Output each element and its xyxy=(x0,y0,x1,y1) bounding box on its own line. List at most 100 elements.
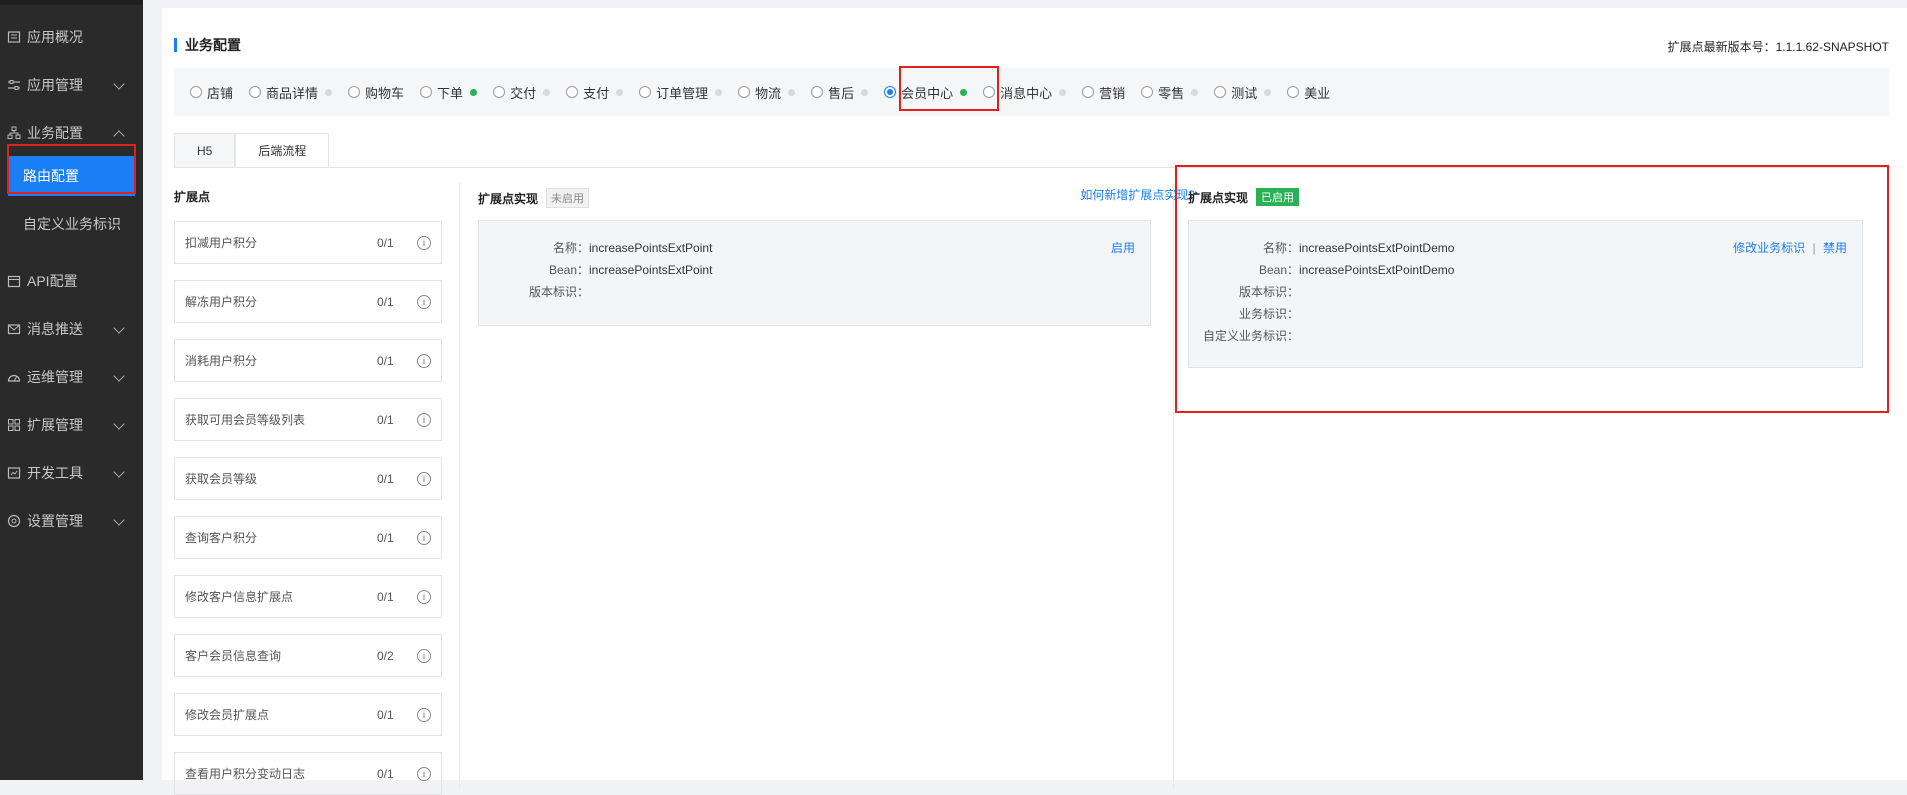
info-icon[interactable]: i xyxy=(417,235,431,250)
ext-point-count: 0/1 xyxy=(377,707,394,722)
sidebar-item-app-manage[interactable]: 应用管理 xyxy=(0,67,143,103)
info-icon[interactable]: i xyxy=(417,589,431,604)
sidebar-item-settings[interactable]: 设置管理 xyxy=(0,503,143,539)
info-icon[interactable]: i xyxy=(417,471,431,486)
status-dot xyxy=(861,88,869,96)
field-label: 名称： xyxy=(552,241,589,255)
radio-icon xyxy=(738,86,751,98)
status-dot xyxy=(543,88,551,96)
domain-option-marketing[interactable]: 营销 xyxy=(1082,83,1125,102)
status-dot xyxy=(1191,88,1199,96)
ext-point-item[interactable]: 查询客户积分 0/1 i xyxy=(174,516,442,559)
impl-version-row: 版本标识： xyxy=(479,283,589,300)
domain-option-test[interactable]: 测试 xyxy=(1214,83,1272,102)
sidebar-item-label: API配置 xyxy=(27,273,78,289)
sidebar-item-message-push[interactable]: 消息推送 xyxy=(0,311,143,347)
sidebar-item-ops-manage[interactable]: 运维管理 xyxy=(0,359,143,395)
domain-option-store[interactable]: 店铺 xyxy=(190,83,233,102)
ext-point-count: 0/1 xyxy=(377,353,394,368)
radio-icon xyxy=(639,86,652,98)
status-dot xyxy=(470,88,478,96)
sidebar-item-api-config[interactable]: API配置 xyxy=(0,263,143,299)
ext-points-title: 扩展点 xyxy=(174,190,211,204)
domain-label: 售后 xyxy=(828,85,855,101)
sidebar-item-extension-manage[interactable]: 扩展管理 xyxy=(0,407,143,443)
ext-point-item[interactable]: 获取会员等级 0/1 i xyxy=(174,457,442,500)
ext-point-count: 0/2 xyxy=(377,648,394,663)
ext-point-item[interactable]: 解冻用户积分 0/1 i xyxy=(174,280,442,323)
info-icon[interactable]: i xyxy=(417,353,431,368)
ext-point-name: 查看用户积分变动日志 xyxy=(185,767,306,781)
ext-point-item[interactable]: 查看用户积分变动日志 0/1 i xyxy=(174,752,442,795)
impl-disabled-card: 名称：increasePointsExtPoint Bean：increaseP… xyxy=(478,220,1151,326)
ext-point-name: 修改会员扩展点 xyxy=(185,708,270,722)
domain-option-delivery[interactable]: 交付 xyxy=(493,83,551,102)
radio-icon xyxy=(1082,86,1095,98)
domain-option-retail[interactable]: 零售 xyxy=(1141,83,1199,102)
impl-disabled-title: 扩展点实现 未启用 xyxy=(478,188,590,208)
sidebar-item-label: 扩展管理 xyxy=(27,417,83,433)
sidebar-item-label: 应用管理 xyxy=(27,77,83,93)
field-label: Bean： xyxy=(548,263,589,277)
ext-point-name: 解冻用户积分 xyxy=(185,295,258,309)
domain-option-order[interactable]: 下单 xyxy=(420,83,478,102)
chevron-up-icon xyxy=(113,130,125,142)
ext-point-count: 0/1 xyxy=(377,294,394,309)
info-icon[interactable]: i xyxy=(417,766,431,781)
grid-icon xyxy=(8,419,20,431)
ext-point-count: 0/1 xyxy=(377,766,394,781)
field-label: 版本标识： xyxy=(528,285,589,299)
ext-point-item[interactable]: 修改客户信息扩展点 0/1 i xyxy=(174,575,442,618)
info-icon[interactable]: i xyxy=(417,648,431,663)
sidebar-subitem-custom-biz-id[interactable]: 自定义业务标识 xyxy=(0,204,143,244)
sidebar-item-dev-tools[interactable]: 开发工具 xyxy=(0,455,143,491)
version-label: 扩展点最新版本号：1.1.1.62-SNAPSHOT xyxy=(1667,40,1889,54)
enable-button[interactable]: 启用 xyxy=(1111,239,1135,256)
ext-point-name: 获取可用会员等级列表 xyxy=(185,413,306,427)
radio-icon xyxy=(566,86,579,98)
domain-label: 测试 xyxy=(1231,85,1258,101)
sidebar-top-edge xyxy=(0,0,143,5)
ext-point-count: 0/1 xyxy=(377,235,394,250)
domain-option-beauty[interactable]: 美业 xyxy=(1287,83,1330,102)
sidebar-item-app-overview[interactable]: 应用概况 xyxy=(0,19,143,55)
status-badge-disabled: 未启用 xyxy=(546,188,590,208)
chevron-down-icon xyxy=(113,514,125,526)
radio-icon xyxy=(249,86,262,98)
ext-point-item[interactable]: 获取可用会员等级列表 0/1 i xyxy=(174,398,442,441)
chevron-down-icon xyxy=(113,78,125,90)
info-icon[interactable]: i xyxy=(417,412,431,427)
gauge-icon xyxy=(7,374,21,382)
domain-option-logistics[interactable]: 物流 xyxy=(738,83,796,102)
ext-point-count: 0/1 xyxy=(377,471,394,486)
status-dot xyxy=(325,88,333,96)
tab-backend-flow[interactable]: 后端流程 xyxy=(235,133,330,168)
ext-point-item[interactable]: 扣减用户积分 0/1 i xyxy=(174,221,442,264)
chevron-down-icon xyxy=(113,418,125,430)
ext-point-count: 0/1 xyxy=(377,530,394,545)
domain-option-product-detail[interactable]: 商品详情 xyxy=(249,83,333,102)
domain-label: 营销 xyxy=(1099,85,1126,101)
tab-h5[interactable]: H5 xyxy=(174,133,236,168)
ext-point-name: 扣减用户积分 xyxy=(185,236,258,250)
radio-icon xyxy=(1287,86,1300,98)
highlight-box-enabled-impl xyxy=(1175,165,1889,413)
org-icon xyxy=(7,126,21,139)
info-icon[interactable]: i xyxy=(417,530,431,545)
domain-option-cart[interactable]: 购物车 xyxy=(348,83,404,102)
domain-option-after-sale[interactable]: 售后 xyxy=(811,83,869,102)
impl-title-label: 扩展点实现 xyxy=(478,191,539,206)
ext-point-item[interactable]: 修改会员扩展点 0/1 i xyxy=(174,693,442,736)
info-icon[interactable]: i xyxy=(417,294,431,309)
ext-point-item[interactable]: 消耗用户积分 0/1 i xyxy=(174,339,442,382)
domain-label: 店铺 xyxy=(207,85,234,101)
domain-label: 支付 xyxy=(583,85,610,101)
ext-point-name: 修改客户信息扩展点 xyxy=(185,590,294,604)
domain-option-order-manage[interactable]: 订单管理 xyxy=(639,83,723,102)
mail-icon xyxy=(7,324,21,335)
ext-point-item[interactable]: 客户会员信息查询 0/2 i xyxy=(174,634,442,677)
domain-option-payment[interactable]: 支付 xyxy=(566,83,624,102)
ext-point-name: 获取会员等级 xyxy=(185,472,258,486)
info-icon[interactable]: i xyxy=(417,707,431,722)
sidebar-item-label: 应用概况 xyxy=(27,29,83,45)
